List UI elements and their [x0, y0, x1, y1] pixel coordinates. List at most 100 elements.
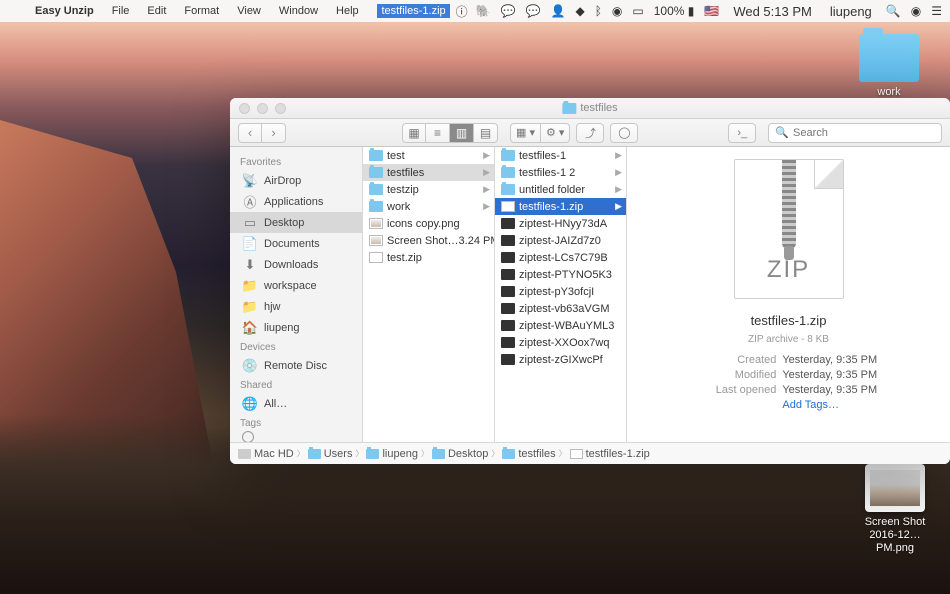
folder-icon: [366, 449, 379, 459]
path-separator: 〉: [421, 448, 429, 459]
file-item[interactable]: testfiles-1▶: [495, 147, 626, 164]
sidebar-item-documents[interactable]: 📄Documents: [230, 233, 362, 254]
menu-help[interactable]: Help: [327, 0, 368, 22]
status-icon[interactable]: ⓘ: [456, 3, 468, 20]
airplay-icon[interactable]: ▭: [632, 4, 643, 18]
path-segment[interactable]: Users: [308, 448, 353, 460]
sidebar-item-desktop[interactable]: ▭Desktop: [230, 212, 362, 233]
sidebar-icon: 📁: [242, 300, 258, 314]
sidebar-item-all…[interactable]: 🌐All…: [230, 393, 362, 414]
path-button[interactable]: ›_: [728, 123, 756, 143]
column-view-button[interactable]: ▥: [450, 123, 474, 143]
arrange-button[interactable]: ▦ ▾: [510, 123, 541, 143]
menubar-username[interactable]: liupeng: [826, 4, 876, 19]
folder-icon: [369, 150, 383, 161]
folder-icon: [369, 184, 383, 195]
column-1[interactable]: test▶testfiles▶testzip▶work▶icons copy.p…: [363, 147, 495, 442]
bluetooth-icon[interactable]: ᛒ: [595, 4, 602, 18]
list-view-button[interactable]: ≡: [426, 123, 450, 143]
titlebar[interactable]: testfiles: [230, 98, 950, 119]
battery-icon[interactable]: 100% ▮: [654, 4, 695, 18]
wechat-icon[interactable]: 💬: [501, 4, 516, 18]
file-item[interactable]: ziptest-vb63aVGM: [495, 300, 626, 317]
evernote-icon[interactable]: 🐘: [476, 4, 491, 18]
file-item[interactable]: ziptest-pY3ofcjI: [495, 283, 626, 300]
adobe-icon[interactable]: ◆: [575, 4, 584, 18]
minimize-button[interactable]: [257, 103, 268, 114]
zoom-button[interactable]: [275, 103, 286, 114]
sidebar-item-hjw[interactable]: 📁hjw: [230, 296, 362, 317]
close-button[interactable]: [239, 103, 250, 114]
file-item[interactable]: Screen Shot…3.24 PM.png: [363, 232, 494, 249]
icon-view-button[interactable]: ▦: [402, 123, 426, 143]
file-item[interactable]: ziptest-JAIZd7z0: [495, 232, 626, 249]
sidebar-item-remote disc[interactable]: 💿Remote Disc: [230, 355, 362, 376]
sidebar-item-workspace[interactable]: 📁workspace: [230, 275, 362, 296]
sidebar-item-liupeng[interactable]: 🏠liupeng: [230, 317, 362, 338]
action-button[interactable]: ⚙ ▾: [541, 123, 570, 143]
desktop-screenshot[interactable]: Screen Shot 2016-12…PM.png: [860, 464, 930, 555]
file-item[interactable]: testfiles-1.zip▶: [495, 198, 626, 215]
desktop-folder-work[interactable]: work: [854, 34, 924, 99]
file-item[interactable]: testfiles▶: [363, 164, 494, 181]
chat-icon[interactable]: 💬: [526, 4, 541, 18]
wifi-icon[interactable]: ◉: [612, 4, 622, 18]
file-item[interactable]: untitled folder▶: [495, 181, 626, 198]
sidebar-header-tags: Tags: [230, 414, 362, 431]
path-segment[interactable]: testfiles-1.zip: [570, 448, 650, 460]
forward-button[interactable]: ›: [262, 123, 286, 143]
file-item[interactable]: test.zip: [363, 249, 494, 266]
path-segment[interactable]: Mac HD: [238, 448, 294, 460]
clock[interactable]: Wed 5:13 PM: [729, 4, 816, 19]
path-segment[interactable]: testfiles: [502, 448, 555, 460]
chevron-right-icon: ▶: [615, 184, 622, 195]
sidebar-item-downloads[interactable]: ⬇Downloads: [230, 254, 362, 275]
file-item[interactable]: work▶: [363, 198, 494, 215]
siri-icon[interactable]: ◉: [911, 4, 921, 18]
app-menu[interactable]: Easy Unzip: [26, 0, 103, 22]
sidebar-icon: 📁: [242, 279, 258, 293]
file-item[interactable]: icons copy.png: [363, 215, 494, 232]
file-item[interactable]: ziptest-LCs7C79B: [495, 249, 626, 266]
add-tags-link[interactable]: Add Tags…: [782, 398, 839, 413]
path-separator: 〉: [559, 448, 567, 459]
tags-button[interactable]: ◯: [610, 123, 638, 143]
file-item[interactable]: testfiles-1 2▶: [495, 164, 626, 181]
tag-circle[interactable]: [242, 431, 254, 442]
menu-edit[interactable]: Edit: [138, 0, 175, 22]
menu-format[interactable]: Format: [175, 0, 228, 22]
share-button[interactable]: ⤴: [576, 123, 604, 143]
file-item[interactable]: ziptest-PTYNO5K3: [495, 266, 626, 283]
path-separator: 〉: [297, 448, 305, 459]
notification-center-icon[interactable]: ☰: [931, 4, 942, 18]
search-input[interactable]: [793, 127, 935, 139]
zip-file-icon: ZIP: [734, 159, 844, 299]
window-title: testfiles: [580, 102, 617, 114]
spotlight-icon[interactable]: 🔍: [886, 4, 901, 18]
file-item[interactable]: ziptest-WBAuYML3: [495, 317, 626, 334]
back-button[interactable]: ‹: [238, 123, 262, 143]
search-field[interactable]: 🔍: [768, 123, 942, 143]
menu-window[interactable]: Window: [270, 0, 327, 22]
folder-icon: [501, 150, 515, 161]
file-item[interactable]: ziptest-zGIXwcPf: [495, 351, 626, 368]
coverflow-view-button[interactable]: ▤: [474, 123, 498, 143]
column-2[interactable]: testfiles-1▶testfiles-1 2▶untitled folde…: [495, 147, 627, 442]
file-item[interactable]: ziptest-HNyy73dA: [495, 215, 626, 232]
folder-icon: [369, 167, 383, 178]
toolbar: ‹ › ▦ ≡ ▥ ▤ ▦ ▾ ⚙ ▾ ⤴ ◯ ›_ 🔍: [230, 119, 950, 147]
file-item[interactable]: testzip▶: [363, 181, 494, 198]
input-source-icon[interactable]: 🇺🇸: [704, 4, 719, 18]
menu-view[interactable]: View: [228, 0, 270, 22]
path-segment[interactable]: Desktop: [432, 448, 488, 460]
file-item[interactable]: test▶: [363, 147, 494, 164]
path-segment[interactable]: liupeng: [366, 448, 417, 460]
apple-menu[interactable]: [8, 0, 26, 22]
sidebar-item-airdrop[interactable]: 📡AirDrop: [230, 170, 362, 191]
zip-icon: [501, 201, 515, 212]
user-icon[interactable]: 👤: [551, 4, 566, 18]
sidebar-item-applications[interactable]: ⒶApplications: [230, 191, 362, 212]
exec-icon: [501, 235, 515, 246]
file-item[interactable]: ziptest-XXOox7wq: [495, 334, 626, 351]
menu-file[interactable]: File: [103, 0, 139, 22]
